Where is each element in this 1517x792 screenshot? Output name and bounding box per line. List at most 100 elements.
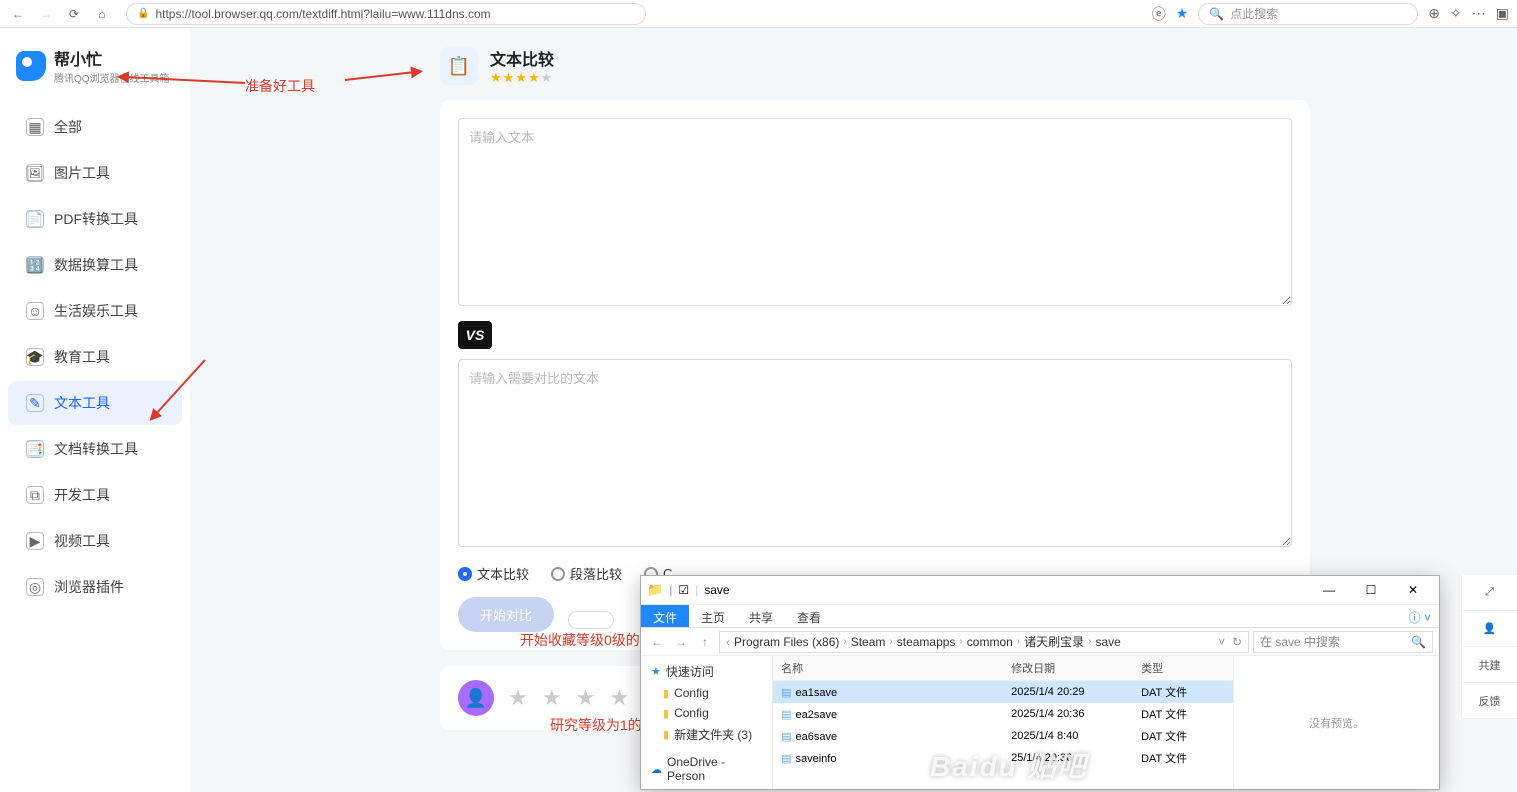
sidebar-item-doc[interactable]: 📑文档转换工具 [8,427,182,471]
close-button[interactable]: ✕ [1393,579,1433,601]
text-input-2[interactable] [458,359,1292,547]
nav-fwd-icon[interactable]: → [671,635,691,649]
radio-text-compare[interactable]: 文本比较 [458,564,529,583]
tool-title: 文本比较 [490,46,554,70]
vs-badge: VS [458,321,492,349]
brand-logo-icon [16,51,46,81]
tool-header: 📋 文本比较 ★★★★★ [440,46,1477,86]
brand[interactable]: 帮小忙 腾讯QQ浏览器在线工具箱 [0,40,190,99]
maximize-button[interactable]: ☐ [1351,579,1391,601]
compare-card: VS 文本比较 段落比较 C 开始对比 [440,100,1310,650]
sidebar-item-life[interactable]: ☺生活娱乐工具 [8,289,182,333]
folder-icon: 📁 [647,582,663,598]
explorer-title: save [704,583,729,597]
nav-up-icon[interactable]: ↑ [695,635,715,649]
preview-pane: 没有预览。 [1233,656,1439,789]
sidebar-item-pdf[interactable]: 📄PDF转换工具 [8,197,182,241]
ribbon-tab-home[interactable]: 主页 [689,605,737,627]
minimize-button[interactable]: — [1309,579,1349,601]
more-icon[interactable]: ⋯ [1472,5,1486,22]
search-icon: 🔍 [1209,7,1224,21]
watermark: Baidu 贴吧 [930,745,1088,785]
breadcrumb[interactable]: ‹ Program Files (x86)› Steam› steamapps›… [719,631,1249,653]
titlebar-quick2: ☑ [678,583,689,597]
nav-back-icon[interactable]: ← [647,635,667,649]
nav-newfolder[interactable]: ▮新建文件夹 (3) [649,723,764,746]
text-input-1[interactable] [458,118,1292,306]
floating-right-bar: ⤢ 👤 共建 反馈 [1461,575,1517,719]
sidebar-item-edu[interactable]: 🎓教育工具 [8,335,182,379]
nav-config2[interactable]: ▮Config [649,703,764,723]
video-icon: ▶ [26,532,44,550]
sidebar-item-text[interactable]: ✎文本工具 [8,381,182,425]
clear-button[interactable] [568,611,614,629]
explorer-search[interactable]: 在 save 中搜索 🔍 [1253,631,1433,653]
nav-onedrive[interactable]: ☁OneDrive - Person [649,752,764,786]
ribbon-tab-share[interactable]: 共享 [737,605,785,627]
nav-config1[interactable]: ▮Config [649,683,764,703]
home-button[interactable]: ⌂ [92,4,112,24]
feedback-button[interactable]: 反馈 [1462,683,1517,719]
sidebar-item-all[interactable]: ▦全部 [8,105,182,149]
address-bar[interactable]: 🔒 https://tool.browser.qq.com/textdiff.h… [126,3,646,25]
ribbon-tab-file[interactable]: 文件 [641,605,689,627]
favorite-star-icon[interactable]: ★ [1176,5,1189,22]
url-text: https://tool.browser.qq.com/textdiff.htm… [155,7,490,21]
search-placeholder: 点此搜索 [1230,5,1278,22]
rating-stars[interactable]: ★★★★★ [490,70,554,86]
file-icon: ▤ [781,687,791,699]
extension-icon[interactable]: ⊕ [1428,5,1440,22]
expand-button[interactable]: ⤢ [1462,575,1517,611]
sidebar: 帮小忙 腾讯QQ浏览器在线工具箱 ▦全部 🖼图片工具 📄PDF转换工具 🔢数据换… [0,28,190,792]
panel-icon[interactable]: ▣ [1496,5,1509,22]
file-icon: ▤ [781,753,791,765]
titlebar-quick1: | [669,583,672,597]
ribbon-help-icon[interactable]: ⓘ ˅ [1401,605,1439,627]
sidebar-item-image[interactable]: 🖼图片工具 [8,151,182,195]
explorer-nav-tree[interactable]: ★快速访问 ▮Config ▮Config ▮新建文件夹 (3) ☁OneDri… [641,656,773,789]
file-row-ea6save[interactable]: ▤ea6save 2025/1/4 8:40 DAT 文件 [773,725,1233,747]
file-icon: ▤ [781,709,791,721]
sidebar-item-dev[interactable]: ⧉开发工具 [8,473,182,517]
file-icon: ▤ [781,731,791,743]
brand-subtitle: 腾讯QQ浏览器在线工具箱 [54,70,170,85]
tool-icon: 📋 [440,47,478,85]
ribbon-tab-view[interactable]: 查看 [785,605,833,627]
nav-quick-access[interactable]: ★快速访问 [649,660,764,683]
sidebar-item-plugin[interactable]: ◎浏览器插件 [8,565,182,609]
start-compare-button[interactable]: 开始对比 [458,597,554,632]
refresh-button[interactable]: ⟳ [64,4,84,24]
doc-icon: 📑 [26,440,44,458]
file-row-ea1save[interactable]: ▤ea1save 2025/1/4 20:29 DAT 文件 [773,681,1233,703]
text-icon: ✎ [26,394,44,412]
dev-icon: ⧉ [26,486,44,504]
radio-paragraph-compare[interactable]: 段落比较 [551,564,622,583]
image-icon: 🖼 [26,164,44,182]
search-icon: 🔍 [1411,635,1426,649]
explorer-address-row: ← → ↑ ‹ Program Files (x86)› Steam› stea… [641,628,1439,656]
forward-button[interactable]: → [36,4,56,24]
browser-toolbar: ← → ⟳ ⌂ 🔒 https://tool.browser.qq.com/te… [0,0,1517,28]
sidebar-item-data[interactable]: 🔢数据换算工具 [8,243,182,287]
sidebar-item-video[interactable]: ▶视频工具 [8,519,182,563]
pdf-icon: 📄 [26,210,44,228]
explorer-titlebar[interactable]: 📁 | ☑ | save — ☐ ✕ [641,576,1439,604]
brand-title: 帮小忙 [54,46,170,70]
grid-icon: ▦ [26,118,44,136]
lock-icon: 🔒 [137,8,149,19]
engine-icon[interactable]: ⓔ [1152,4,1166,24]
life-icon: ☺ [26,302,44,320]
browser-search[interactable]: 🔍 点此搜索 [1198,3,1418,25]
avatar-icon: 👤 [458,680,494,716]
sidebar-menu: ▦全部 🖼图片工具 📄PDF转换工具 🔢数据换算工具 ☺生活娱乐工具 🎓教育工具… [0,105,190,609]
back-button[interactable]: ← [8,4,28,24]
file-row-ea2save[interactable]: ▤ea2save 2025/1/4 20:36 DAT 文件 [773,703,1233,725]
edu-icon: 🎓 [26,348,44,366]
plugin-icon: ◎ [26,578,44,596]
collections-icon[interactable]: ✧ [1450,5,1462,22]
calc-icon: 🔢 [26,256,44,274]
column-headers[interactable]: 名称 修改日期 类型 [773,656,1233,681]
explorer-ribbon: 文件 主页 共享 查看 ⓘ ˅ [641,604,1439,628]
user-button[interactable]: 👤 [1462,611,1517,647]
contribute-button[interactable]: 共建 [1462,647,1517,683]
